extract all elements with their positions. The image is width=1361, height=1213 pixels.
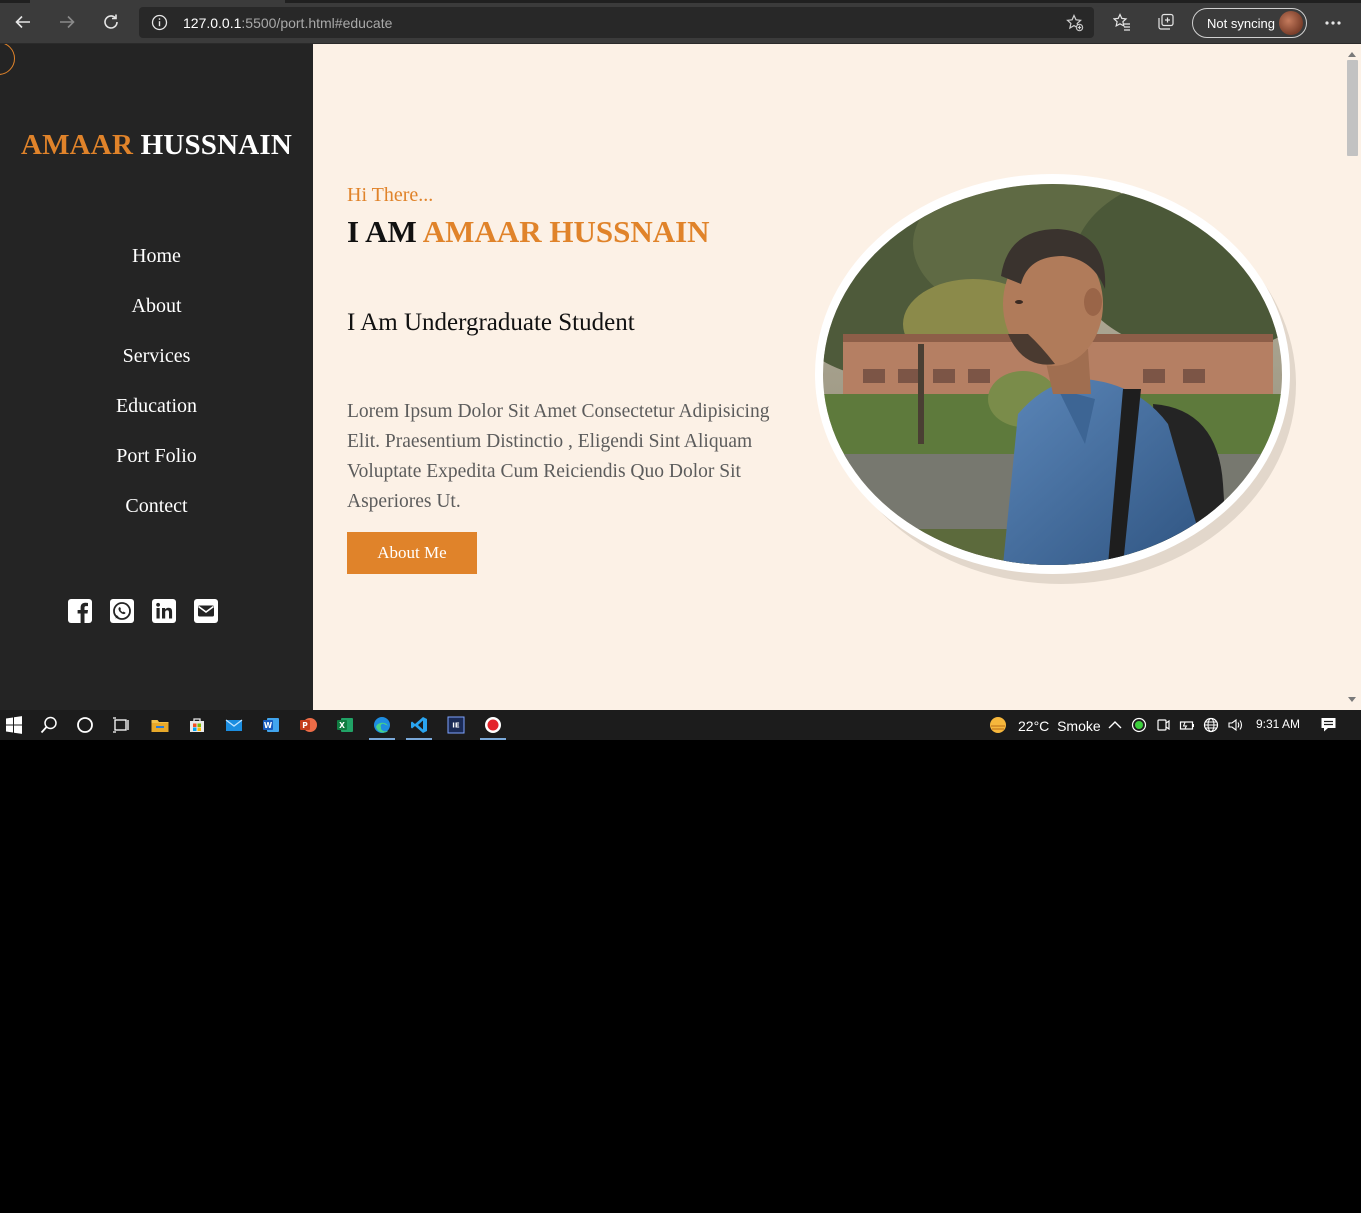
nav-item-contact[interactable]: Contect [0,492,313,542]
url-path: :5500/port.html#educate [241,15,393,31]
page-scrollbar[interactable] [1344,44,1361,710]
excel-icon[interactable]: X [335,715,355,735]
windows-taskbar: W P X IE 22°C Smoke 9:31 AM [0,710,1361,740]
taskbar-clock[interactable]: 9:31 AM [1256,717,1300,731]
site-logo[interactable]: AMAAR HUSSNAIN [0,129,313,162]
back-button[interactable] [9,8,37,36]
edge-icon[interactable] [372,715,392,735]
record-active-indicator [480,738,506,740]
nav-item-education[interactable]: Education [0,392,313,442]
meet-now-icon[interactable] [1155,717,1171,733]
profile-photo [823,184,1282,565]
file-explorer-icon[interactable] [150,715,170,735]
nav-item-about[interactable]: About [0,292,313,342]
nav-item-home[interactable]: Home [0,242,313,292]
powerpoint-icon[interactable]: P [298,715,318,735]
weather-icon[interactable] [988,715,1008,735]
email-icon[interactable] [193,598,219,624]
about-me-button[interactable]: About Me [347,532,477,574]
volume-icon[interactable] [1227,717,1243,733]
show-hidden-icons-chevron-icon[interactable] [1107,717,1123,733]
forward-arrow-icon [60,15,75,29]
add-favorite-icon[interactable] [1066,14,1084,32]
vscode-active-indicator [406,738,432,740]
hero-section: Hi There... I AM AMAAR HUSSNAIN I Am Und… [313,44,1344,710]
address-bar[interactable]: 127.0.0.1:5500/port.html#educate [139,7,1094,38]
edge-active-indicator [369,738,395,740]
scroll-up-arrow[interactable] [1348,52,1356,57]
web-page: AMAAR HUSSNAIN Home About Services Educa… [0,44,1361,710]
logo-last-name: HUSSNAIN [140,129,293,161]
hero-heading: I AM AMAAR HUSSNAIN [347,214,710,250]
back-arrow-icon [15,15,30,29]
task-view-icon[interactable] [111,715,131,735]
weather-desc: Smoke [1057,718,1101,734]
browser-toolbar: 127.0.0.1:5500/port.html#educate Not syn… [0,0,1361,44]
url-text[interactable]: 127.0.0.1:5500/port.html#educate [183,15,392,31]
notifications-icon[interactable] [1320,716,1337,733]
logo-first-name: AMAAR [20,129,134,161]
sidebar-nav: Home About Services Education Port Folio… [0,242,313,542]
profile-sync-button[interactable]: Not syncing [1192,8,1307,38]
mail-icon[interactable] [224,715,244,735]
active-tab-indicator [30,0,285,3]
nav-item-portfolio[interactable]: Port Folio [0,442,313,492]
weather-temp: 22°C [1018,718,1050,734]
status-indicator-icon[interactable] [1131,717,1147,733]
profile-photo-illustration [823,184,1282,565]
forward-button[interactable] [53,8,81,36]
word-icon[interactable]: W [261,715,281,735]
social-links [67,598,227,624]
svg-text:P: P [302,721,308,730]
weather-widget[interactable]: 22°C Smoke [1018,718,1101,734]
nav-item-services[interactable]: Services [0,342,313,392]
hero-paragraph: Lorem Ipsum Dolor Sit Amet Consectetur A… [347,401,770,512]
profile-avatar [1279,11,1303,35]
hero-subtitle: I Am Undergraduate Student [347,309,635,336]
scroll-thumb[interactable] [1347,60,1358,156]
collections-icon[interactable] [1157,13,1175,31]
cortana-icon[interactable] [75,715,95,735]
record-icon[interactable] [483,715,503,735]
sidebar: AMAAR HUSSNAIN Home About Services Educa… [0,44,313,710]
battery-icon[interactable] [1179,717,1195,733]
heading-prefix: I AM [347,214,417,249]
tab-strip [0,0,1361,3]
info-icon[interactable] [151,14,168,31]
refresh-button[interactable] [97,8,125,36]
svg-text:W: W [264,721,273,730]
refresh-icon [104,14,118,29]
facebook-icon[interactable] [67,598,93,624]
sync-label: Not syncing [1207,16,1275,31]
search-icon[interactable] [39,715,59,735]
svg-text:X: X [339,721,345,730]
svg-text:IE: IE [452,722,460,730]
url-host: 127.0.0.1 [183,15,242,31]
menu-toggle-circle[interactable] [0,44,15,75]
whatsapp-icon[interactable] [109,598,135,624]
linkedin-icon[interactable] [151,598,177,624]
ie-app-icon[interactable]: IE [446,715,466,735]
windows-start-icon[interactable] [4,715,24,735]
favorites-icon[interactable] [1113,13,1131,31]
vscode-icon[interactable] [409,715,429,735]
store-icon[interactable] [187,715,207,735]
heading-name: AMAAR HUSSNAIN [422,214,710,249]
greeting-text: Hi There... [347,184,434,206]
network-globe-icon[interactable] [1203,717,1219,733]
scroll-down-arrow[interactable] [1348,697,1356,702]
more-options-icon[interactable] [1323,13,1343,33]
